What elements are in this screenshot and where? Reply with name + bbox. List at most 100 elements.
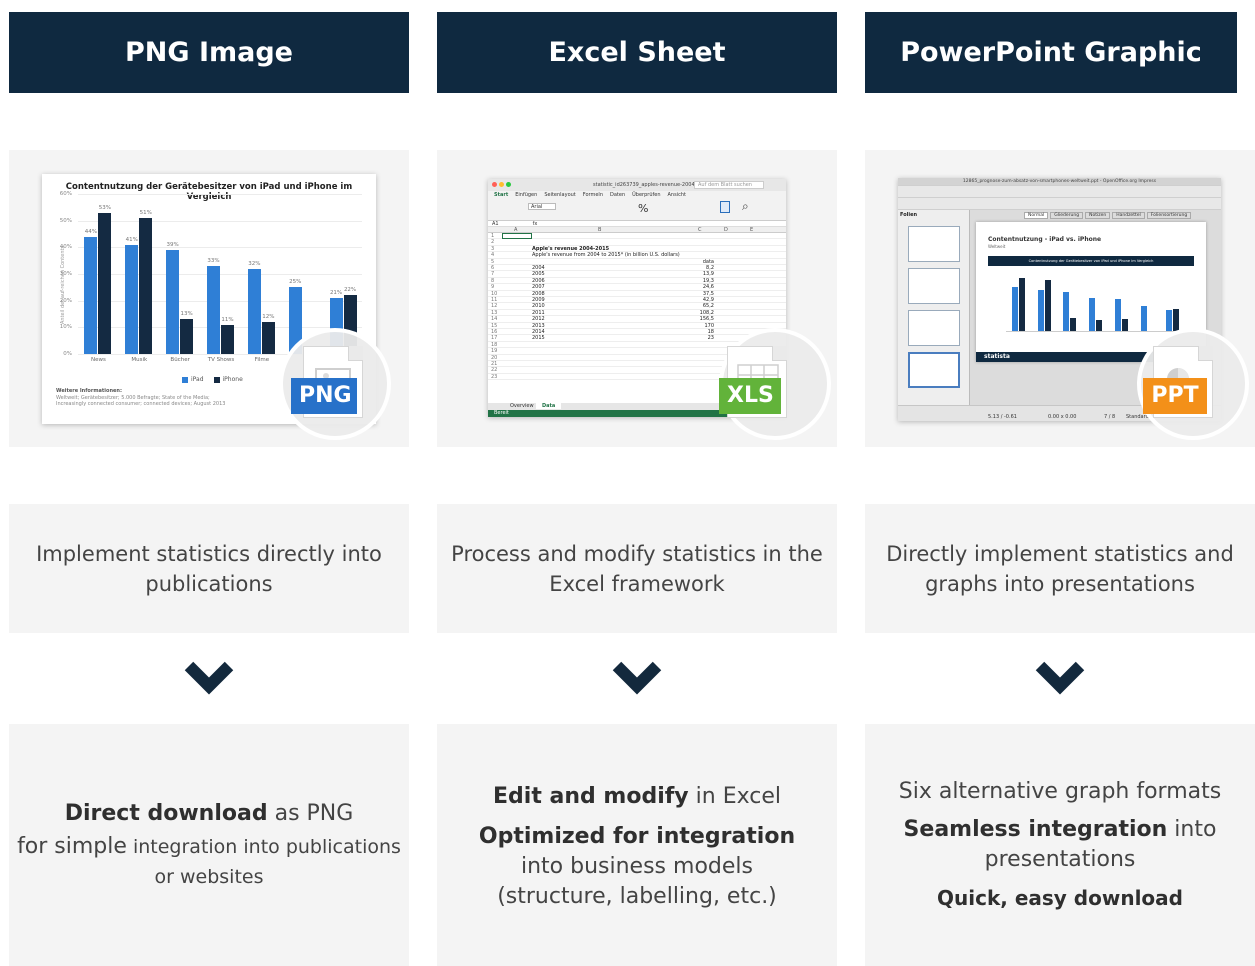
slide-thumbnail-selected[interactable]	[908, 352, 960, 388]
ppt-chart-bar	[1166, 310, 1173, 331]
ppt-view-tabs: Normal Gliederung Notizen Handzettel Foliens…	[1024, 212, 1192, 219]
chart-bar-iphone	[261, 322, 275, 354]
ppt-benefit-3: Quick, easy download	[937, 886, 1183, 910]
sheet-tab-data[interactable]: Data	[536, 403, 562, 409]
ppt-benefit-2: Seamless integration into presentations	[903, 817, 1217, 872]
png-description: Implement statistics directly into publi…	[9, 504, 409, 633]
excel-ribbon-tab[interactable]: Einfügen	[515, 192, 537, 198]
sheet-tab-overview[interactable]: Overview	[510, 403, 534, 409]
chart-gridline	[78, 274, 362, 275]
chart-y-tick-label: 20%	[59, 297, 72, 304]
insert-cells-icon[interactable]	[720, 201, 730, 213]
ppt-view-tab[interactable]: Notizen	[1085, 212, 1111, 219]
chart-data-label: 22%	[343, 287, 357, 294]
excel-row-number: 23	[491, 373, 498, 380]
ppt-toolbar-1	[898, 186, 1221, 198]
chart-data-label: 25%	[289, 279, 302, 286]
chevron-down-icon	[184, 661, 234, 695]
png-badge: PNG	[291, 378, 357, 414]
slide-thumbnail[interactable]	[908, 268, 960, 304]
chart-x-tick-label: Musik	[131, 357, 148, 363]
ppt-toolbar-2	[898, 198, 1221, 210]
chart-data-label: 51%	[139, 210, 152, 216]
statista-logo: statista	[984, 353, 1010, 360]
column-powerpoint: PowerPoint Graphic 12865_prognose-zum-ab…	[865, 0, 1255, 966]
ppt-chart-bar	[1012, 287, 1018, 331]
slide-thumbnail[interactable]	[908, 226, 960, 262]
ppt-chart-bar	[1037, 290, 1044, 331]
search-icon[interactable]: ⌕	[742, 199, 749, 214]
chart-y-tick-label: 0%	[63, 351, 72, 357]
chart-x-tick-label: Filme	[254, 357, 270, 363]
legend-iphone: iPhone	[213, 376, 243, 383]
chart-bar-iphone	[180, 319, 194, 354]
chart-gridline	[78, 194, 362, 195]
excel-font-select[interactable]: Arial	[528, 203, 556, 210]
chart-y-tick-label: 30%	[59, 271, 72, 277]
ppt-benefits: Six alternative graph formats Seamless i…	[865, 724, 1255, 966]
ppt-slide-chart-title: Contentnutzung der Gerätebesitzer von iP…	[988, 256, 1194, 266]
percent-icon[interactable]: %	[638, 202, 648, 215]
ppt-chart-bar	[1044, 280, 1051, 331]
chart-data-label: 11%	[221, 316, 234, 323]
chart-bar-ipad	[125, 244, 139, 354]
chart-bar-iphone	[221, 324, 234, 354]
excel-filename: statistic_id263739_apples-revenue-2004-2…	[593, 182, 710, 188]
chart-gridline	[78, 300, 362, 302]
ppt-chart-bar	[1121, 319, 1128, 331]
ppt-view-tab[interactable]: Gliederung	[1050, 212, 1084, 219]
excel-selected-cell[interactable]	[502, 233, 532, 239]
excel-ribbon-tabs: Start Einfügen Seitenlayout Formeln Daten Übe…	[494, 192, 686, 198]
chevron-down-icon	[612, 661, 662, 695]
ppt-benefit-1: Six alternative graph formats	[898, 779, 1222, 804]
ppt-view-tab[interactable]: Foliensortierung	[1146, 212, 1192, 219]
chevron-down-icon	[1035, 661, 1085, 695]
chart-data-label: 13%	[180, 311, 193, 318]
ppt-badge: PPT	[1143, 378, 1207, 414]
chart-y-tick-label: 40%	[59, 244, 72, 251]
chart-data-label: 32%	[248, 260, 261, 267]
ppt-chart-bar	[1019, 278, 1025, 331]
ppt-chart-bar	[1140, 306, 1147, 331]
ppt-slide-chart	[1006, 272, 1186, 332]
slide-thumbnail[interactable]	[908, 310, 960, 346]
legend-ipad: iPad	[182, 376, 204, 383]
chart-x-tick-label: TV Shows	[207, 357, 235, 363]
chart-gridline	[78, 327, 362, 329]
excel-ribbon-tab[interactable]: Seitenlayout	[544, 192, 575, 198]
excel-search-field[interactable]: Auf dem Blatt suchen	[694, 181, 764, 189]
chart-y-tick-label: 50%	[59, 217, 72, 224]
chart-data-label: 33%	[207, 258, 220, 264]
excel-titlebar: statistic_id263739_apples-revenue-2004-2…	[488, 179, 786, 191]
png-preview-panel: Contentnutzung der Gerätebesitzer von iP…	[9, 150, 409, 447]
png-benefit-2: for simple integration into publications…	[17, 833, 401, 888]
excel-ribbon-tab[interactable]: Überprüfen	[632, 192, 660, 198]
ppt-chart-bar	[1063, 292, 1070, 331]
chart-x-tick-label: News	[90, 357, 106, 363]
chart-data-label: 53%	[98, 204, 112, 211]
chart-bar-ipad	[247, 268, 261, 354]
ppt-view-tab[interactable]: Normal	[1024, 212, 1049, 219]
excel-benefit-2-bold: Optimized for integration	[478, 823, 796, 849]
excel-benefit-3: (structure, labelling, etc.)	[497, 883, 777, 909]
png-footnote-title: Weitere Informationen:	[56, 388, 122, 394]
chart-x-tick-label: Bücher	[170, 357, 190, 363]
excel-benefit-1: Edit and modify in Excel	[493, 783, 781, 809]
column-excel: Excel Sheet statistic_id263739_apples-re…	[437, 0, 837, 966]
excel-benefits: Edit and modify in Excel Optimized for i…	[437, 724, 837, 966]
png-benefits: Direct download as PNG for simple integr…	[9, 724, 409, 966]
chart-data-label: 12%	[262, 314, 275, 320]
excel-ribbon-tab[interactable]: Start	[494, 192, 508, 198]
excel-ribbon-tab[interactable]: Formeln	[583, 192, 603, 198]
chart-bar-ipad	[166, 250, 180, 354]
chart-bar-ipad	[84, 236, 98, 354]
chart-gridline	[78, 247, 362, 249]
ppt-chart-bar	[1173, 309, 1180, 331]
chart-data-label: 39%	[166, 242, 179, 248]
ppt-view-tab[interactable]: Handzettel	[1112, 212, 1145, 219]
ppt-slide-subtitle: Weltweit	[988, 244, 1006, 249]
excel-description: Process and modify statistics in the Exc…	[437, 504, 837, 633]
excel-ribbon-tab[interactable]: Daten	[610, 192, 625, 198]
column-png: PNG Image Contentnutzung der Gerätebesit…	[9, 0, 409, 966]
excel-ribbon-tab[interactable]: Ansicht	[668, 192, 686, 198]
